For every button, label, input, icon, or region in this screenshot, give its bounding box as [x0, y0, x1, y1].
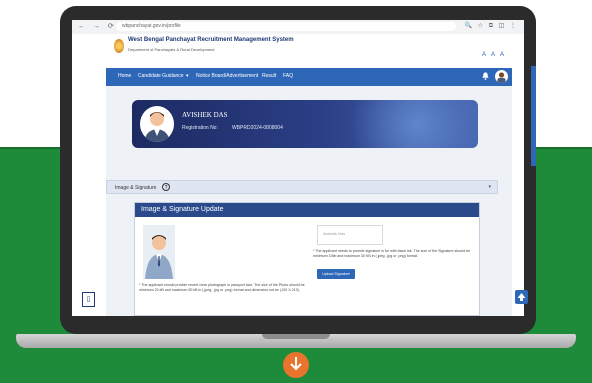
nav-item-home[interactable]: Home	[118, 73, 131, 79]
emblem-logo	[114, 39, 124, 53]
site-title: West Bengal Panchayat Recruitment Manage…	[128, 37, 294, 43]
address-bar[interactable]: wbpanchayat.gov.in/profile	[116, 22, 456, 31]
accordion-label: Image & Signature	[115, 185, 157, 191]
signature-placeholder: Avishek Das	[323, 231, 346, 236]
help-icon[interactable]: ?	[162, 183, 170, 191]
arrow-up-icon	[517, 293, 526, 301]
chevron-down-icon[interactable]: ▾	[488, 184, 491, 190]
panel-header: Image & Signature Update	[135, 203, 479, 217]
nav-item-faq[interactable]: FAQ	[283, 73, 293, 79]
upload-signature-button[interactable]: Upload Signature	[317, 269, 355, 279]
panel-title: Image & Signature Update	[141, 206, 224, 213]
registration-number: WBPRD2024-0808004	[232, 125, 283, 131]
site-subtitle: Department of Panchayats & Rural Develop…	[128, 47, 215, 52]
profile-avatar	[140, 106, 174, 142]
download-badge	[283, 352, 309, 378]
bell-icon[interactable]	[481, 71, 490, 81]
profile-card: AVISHEK DAS Registration No: WBPRD2024-0…	[132, 100, 478, 148]
avatar[interactable]	[495, 70, 508, 83]
browser-toolbar: ← → ⟳ ⌂ wbpanchayat.gov.in/profile 🔍 ☆ ⧉…	[72, 20, 524, 35]
photo-instructions: * The applicant should provide recent cl…	[139, 283, 305, 292]
registration-label: Registration No:	[182, 125, 218, 131]
nav-item-candidate-guidance[interactable]: Candidate Guidance	[138, 73, 184, 79]
browser-tools-icons[interactable]: 🔍 ☆ ⧉ ◫ ⋮	[465, 22, 518, 30]
nav-item-notice-board[interactable]: Notice Board/Advertisement	[196, 73, 258, 79]
image-signature-accordion[interactable]: Image & Signature ? ▾	[106, 180, 498, 194]
chevron-down-icon[interactable]: ▾	[186, 73, 189, 79]
profile-card-glow	[338, 100, 478, 148]
scrollbar[interactable]	[531, 66, 536, 166]
signature-instructions: * The applicant needs to provide signatu…	[313, 249, 471, 258]
nav-item-result[interactable]: Result	[262, 73, 276, 79]
image-signature-panel: Image & Signature Update * The applicant…	[134, 202, 480, 316]
font-size-controls[interactable]: A A A	[482, 52, 506, 58]
scroll-to-top-button[interactable]	[515, 290, 528, 304]
laptop-notch	[262, 334, 330, 339]
profile-name: AVISHEK DAS	[182, 111, 228, 119]
applicant-photo	[143, 225, 175, 279]
document-icon[interactable]: ▯	[82, 292, 95, 307]
arrow-down-icon	[290, 357, 302, 371]
main-navbar: Home Candidate Guidance ▾ Notice Board/A…	[106, 68, 512, 86]
